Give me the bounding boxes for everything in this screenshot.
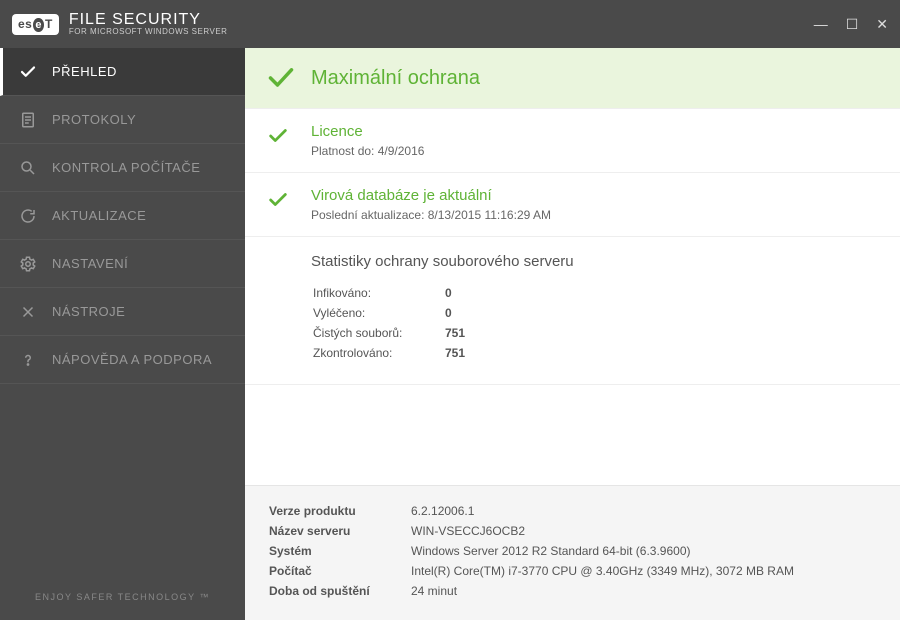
question-icon (18, 350, 38, 370)
sidebar: PŘEHLED PROTOKOLY KONTROLA POČÍTAČE (0, 48, 245, 620)
footer-value: Intel(R) Core(TM) i7-3770 CPU @ 3.40GHz … (411, 562, 794, 580)
search-icon (18, 158, 38, 178)
stats-label: Zkontrolováno: (313, 344, 443, 362)
sidebar-item-tools[interactable]: NÁSTROJE (0, 288, 245, 336)
footer-label: Verze produktu (269, 502, 409, 520)
footer-row: Doba od spuštění 24 minut (269, 582, 794, 600)
sidebar-item-label: AKTUALIZACE (52, 208, 146, 223)
database-section: Virová databáze je aktuální Poslední akt… (245, 173, 900, 237)
stats-row: Čistých souborů: 751 (313, 324, 465, 342)
main-panel: Maximální ochrana Licence Platnost do: 4… (245, 48, 900, 620)
window-controls: — ☐ ✕ (814, 16, 888, 33)
check-icon (267, 123, 311, 158)
sidebar-item-logs[interactable]: PROTOKOLY (0, 96, 245, 144)
sidebar-item-label: NASTAVENÍ (52, 256, 128, 271)
maximize-button[interactable]: ☐ (846, 16, 859, 33)
body: PŘEHLED PROTOKOLY KONTROLA POČÍTAČE (0, 48, 900, 620)
stats-title: Statistiky ochrany souborového serveru (311, 253, 878, 270)
stats-label: Čistých souborů: (313, 324, 443, 342)
stats-value: 0 (445, 284, 465, 302)
banner-title: Maximální ochrana (311, 67, 480, 90)
license-sub-value: 4/9/2016 (378, 144, 425, 158)
system-info-table: Verze produktu 6.2.12006.1 Název serveru… (267, 500, 796, 602)
footer-row: Název serveru WIN-VSECCJ6OCB2 (269, 522, 794, 540)
sidebar-item-label: PROTOKOLY (52, 112, 136, 127)
footer-label: Systém (269, 542, 409, 560)
database-sub: Poslední aktualizace: 8/13/2015 11:16:29… (311, 208, 878, 222)
sidebar-item-label: NÁPOVĚDA A PODPORA (52, 352, 212, 367)
sidebar-item-settings[interactable]: NASTAVENÍ (0, 240, 245, 288)
sidebar-footer: ENJOY SAFER TECHNOLOGY ™ (0, 574, 245, 620)
brand-text: FILE SECURITY FOR MICROSOFT WINDOWS SERV… (69, 11, 228, 37)
stats-value: 751 (445, 344, 465, 362)
nav: PŘEHLED PROTOKOLY KONTROLA POČÍTAČE (0, 48, 245, 574)
app-window: eseT FILE SECURITY FOR MICROSOFT WINDOWS… (0, 0, 900, 620)
footer-label: Název serveru (269, 522, 409, 540)
stats-row: Zkontrolováno: 751 (313, 344, 465, 362)
stats-row: Infikováno: 0 (313, 284, 465, 302)
footer-row: Verze produktu 6.2.12006.1 (269, 502, 794, 520)
footer-label: Počítač (269, 562, 409, 580)
minimize-button[interactable]: — (814, 16, 828, 33)
system-info-footer: Verze produktu 6.2.12006.1 Název serveru… (245, 485, 900, 620)
database-sub-label: Poslední aktualizace: (311, 208, 424, 222)
document-icon (18, 110, 38, 130)
stats-table: Infikováno: 0 Vyléčeno: 0 Čistých soubor… (311, 282, 467, 364)
license-section: Licence Platnost do: 4/9/2016 (245, 109, 900, 173)
footer-value: WIN-VSECCJ6OCB2 (411, 522, 794, 540)
footer-row: Počítač Intel(R) Core(TM) i7-3770 CPU @ … (269, 562, 794, 580)
stats-value: 0 (445, 304, 465, 322)
check-icon (267, 187, 311, 222)
stats-label: Infikováno: (313, 284, 443, 302)
spacer (245, 385, 900, 485)
title-bar: eseT FILE SECURITY FOR MICROSOFT WINDOWS… (0, 0, 900, 48)
check-icon (267, 64, 295, 92)
gear-icon (18, 254, 38, 274)
stats-label: Vyléčeno: (313, 304, 443, 322)
license-sub: Platnost do: 4/9/2016 (311, 144, 878, 158)
sidebar-item-overview[interactable]: PŘEHLED (0, 48, 245, 96)
product-subtitle: FOR MICROSOFT WINDOWS SERVER (69, 28, 228, 37)
footer-row: Systém Windows Server 2012 R2 Standard 6… (269, 542, 794, 560)
sidebar-item-label: PŘEHLED (52, 64, 117, 79)
status-banner: Maximální ochrana (245, 48, 900, 109)
tools-icon (18, 302, 38, 322)
stats-row: Vyléčeno: 0 (313, 304, 465, 322)
stats-section: Statistiky ochrany souborového serveru I… (245, 237, 900, 385)
sidebar-item-scan[interactable]: KONTROLA POČÍTAČE (0, 144, 245, 192)
database-sub-value: 8/13/2015 11:16:29 AM (428, 208, 551, 222)
footer-value: 6.2.12006.1 (411, 502, 794, 520)
database-title: Virová databáze je aktuální (311, 187, 878, 204)
sidebar-item-help[interactable]: NÁPOVĚDA A PODPORA (0, 336, 245, 384)
refresh-icon (18, 206, 38, 226)
footer-value: Windows Server 2012 R2 Standard 64-bit (… (411, 542, 794, 560)
check-icon (18, 62, 38, 82)
sidebar-item-label: NÁSTROJE (52, 304, 125, 319)
stats-value: 751 (445, 324, 465, 342)
sidebar-item-update[interactable]: AKTUALIZACE (0, 192, 245, 240)
license-sub-label: Platnost do: (311, 144, 374, 158)
footer-label: Doba od spuštění (269, 582, 409, 600)
sidebar-item-label: KONTROLA POČÍTAČE (52, 160, 200, 175)
footer-value: 24 minut (411, 582, 794, 600)
product-title: FILE SECURITY (69, 11, 228, 29)
close-button[interactable]: ✕ (876, 16, 888, 33)
brand-logo: eseT (12, 14, 59, 35)
license-title: Licence (311, 123, 878, 140)
